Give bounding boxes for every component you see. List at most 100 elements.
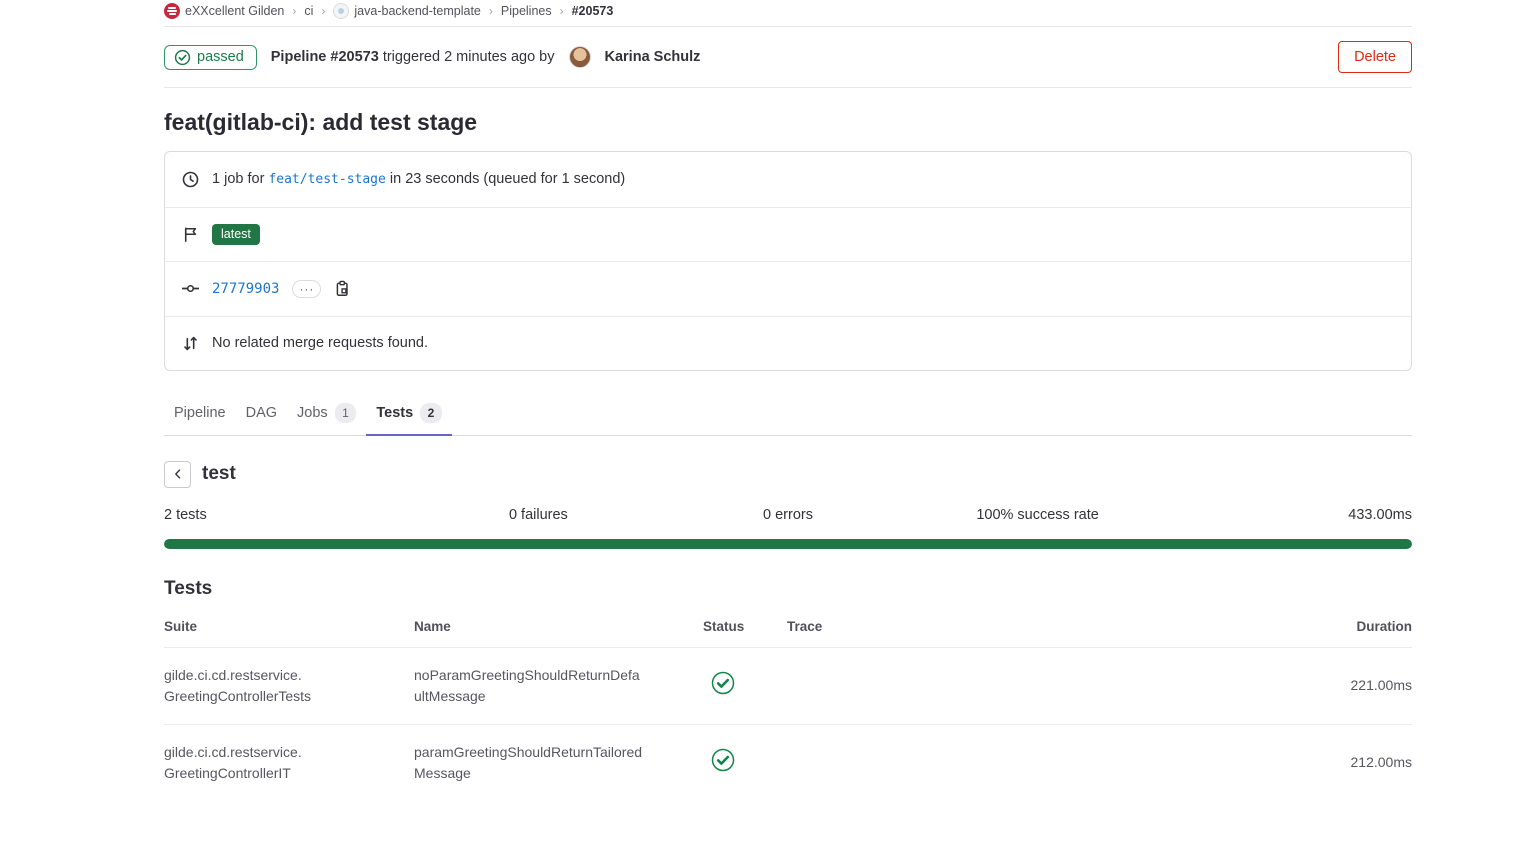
merge-request-icon	[182, 335, 199, 352]
stat-failures: 0 failures	[414, 507, 664, 523]
no-merge-requests-text: No related merge requests found.	[212, 335, 428, 351]
test-suite-stats: 2 tests 0 failures 0 errors 100% success…	[164, 507, 1412, 523]
breadcrumb-project-link[interactable]: java-backend-template	[333, 3, 480, 19]
tests-heading: Tests	[164, 578, 1412, 600]
commit-row: 27779903 ···	[165, 261, 1411, 316]
user-avatar[interactable]	[569, 46, 591, 68]
commit-sha-link[interactable]: 27779903	[212, 281, 279, 297]
tab-tests-label: Tests	[376, 405, 413, 421]
suite-text: gilde.ci.cd.restservice.	[164, 665, 398, 686]
breadcrumb-subgroup-label: ci	[304, 4, 313, 18]
tab-pipeline[interactable]: Pipeline	[164, 393, 236, 436]
stat-errors: 0 errors	[663, 507, 913, 523]
clock-icon	[182, 171, 199, 188]
expand-commit-message-button[interactable]: ···	[292, 280, 321, 298]
column-header-suite: Suite	[164, 603, 414, 648]
suite-text: GreetingControllerIT	[164, 763, 398, 784]
tests-count-badge: 2	[420, 403, 442, 423]
stat-success-rate: 100% success rate	[913, 507, 1163, 523]
tab-dag-label: DAG	[246, 405, 277, 421]
column-header-duration: Duration	[1117, 603, 1412, 648]
pipeline-triggered-text: Pipeline #20573 triggered 2 minutes ago …	[271, 49, 555, 65]
chevron-left-icon	[171, 467, 185, 481]
test-name-text: ultMessage	[414, 686, 687, 707]
test-suite-cell: gilde.ci.cd.restservice. GreetingControl…	[164, 647, 414, 724]
test-status-cell	[703, 647, 787, 724]
test-name-text: paramGreetingShouldReturnTailored	[414, 742, 687, 763]
breadcrumb-separator: ›	[321, 4, 325, 18]
test-name-cell: paramGreetingShouldReturnTailored Messag…	[414, 724, 703, 801]
stat-duration: 433.00ms	[1162, 507, 1412, 523]
copy-to-clipboard-icon	[334, 280, 351, 297]
commit-title: feat(gitlab-ci): add test stage	[164, 109, 1412, 136]
tab-tests[interactable]: Tests 2	[366, 393, 452, 436]
column-header-trace: Trace	[787, 603, 1117, 648]
pipeline-tabs: Pipeline DAG Jobs 1 Tests 2	[164, 393, 1412, 436]
check-circle-icon	[174, 49, 191, 66]
breadcrumb-group-label: eXXcellent Gilden	[185, 4, 284, 18]
latest-badge: latest	[212, 224, 260, 246]
page-container: eXXcellent Gilden › ci › java-backend-te…	[164, 0, 1412, 801]
test-suite-title: test	[202, 463, 236, 485]
back-to-summary-button[interactable]	[164, 461, 191, 488]
success-progress-fill	[164, 539, 1412, 549]
table-row: gilde.ci.cd.restservice. GreetingControl…	[164, 647, 1412, 724]
test-suite-cell: gilde.ci.cd.restservice. GreetingControl…	[164, 724, 414, 801]
pipeline-status-badge[interactable]: passed	[164, 45, 257, 70]
breadcrumb-separator: ›	[489, 4, 493, 18]
test-trace-cell	[787, 647, 1117, 724]
tab-pipeline-label: Pipeline	[174, 405, 226, 421]
pipeline-info-box: 1 job for feat/test-stage in 23 seconds …	[164, 151, 1412, 371]
jobs-count-badge: 1	[335, 403, 357, 423]
breadcrumb-group-link[interactable]: eXXcellent Gilden	[164, 3, 284, 19]
job-summary-text: 1 job for feat/test-stage in 23 seconds …	[212, 171, 625, 187]
breadcrumb-separator: ›	[560, 4, 564, 18]
tab-jobs[interactable]: Jobs 1	[287, 393, 366, 436]
test-status-cell	[703, 724, 787, 801]
delete-pipeline-button[interactable]: Delete	[1338, 41, 1412, 73]
column-header-name: Name	[414, 603, 703, 648]
breadcrumb-pipelines-link[interactable]: Pipelines	[501, 4, 552, 18]
job-count-text: 1 job for	[212, 171, 264, 187]
latest-badge-row: latest	[165, 207, 1411, 262]
flag-icon	[182, 226, 199, 243]
test-trace-cell	[787, 724, 1117, 801]
project-avatar-icon	[333, 3, 349, 19]
tests-table-header-row: Suite Name Status Trace Duration	[164, 603, 1412, 648]
merge-requests-row: No related merge requests found.	[165, 316, 1411, 371]
column-header-status: Status	[703, 603, 787, 648]
test-name-text: noParamGreetingShouldReturnDefa	[414, 665, 687, 686]
copy-commit-sha-button[interactable]	[334, 280, 351, 297]
triggered-text: triggered 2 minutes ago by	[383, 49, 555, 65]
branch-link[interactable]: feat/test-stage	[268, 172, 385, 187]
pipeline-id-label: Pipeline #20573	[271, 49, 379, 65]
tab-jobs-label: Jobs	[297, 405, 328, 421]
breadcrumb-subgroup-link[interactable]: ci	[304, 4, 313, 18]
breadcrumb-pipelines-label: Pipelines	[501, 4, 552, 18]
job-summary-row: 1 job for feat/test-stage in 23 seconds …	[165, 152, 1411, 207]
test-name-cell: noParamGreetingShouldReturnDefa ultMessa…	[414, 647, 703, 724]
breadcrumb-project-label: java-backend-template	[354, 4, 480, 18]
success-progress-track	[164, 539, 1412, 549]
job-duration-text: in 23 seconds (queued for 1 second)	[390, 171, 625, 187]
pipeline-header: passed Pipeline #20573 triggered 2 minut…	[164, 27, 1412, 87]
check-circle-icon	[711, 748, 735, 772]
test-duration-cell: 221.00ms	[1117, 647, 1412, 724]
table-row: gilde.ci.cd.restservice. GreetingControl…	[164, 724, 1412, 801]
breadcrumb-current-pipeline: #20573	[572, 4, 614, 18]
suite-text: GreetingControllerTests	[164, 686, 398, 707]
user-name-link[interactable]: Karina Schulz	[605, 49, 701, 65]
divider	[164, 87, 1412, 88]
stat-total-tests: 2 tests	[164, 507, 414, 523]
breadcrumb: eXXcellent Gilden › ci › java-backend-te…	[164, 0, 1412, 26]
test-duration-cell: 212.00ms	[1117, 724, 1412, 801]
suite-text: gilde.ci.cd.restservice.	[164, 742, 398, 763]
group-avatar-icon	[164, 3, 180, 19]
tab-dag[interactable]: DAG	[236, 393, 287, 436]
test-suite-header: test	[164, 461, 1412, 488]
test-name-text: Message	[414, 763, 687, 784]
commit-icon	[182, 280, 199, 297]
check-circle-icon	[711, 671, 735, 695]
breadcrumb-separator: ›	[292, 4, 296, 18]
pipeline-status-label: passed	[197, 49, 244, 65]
